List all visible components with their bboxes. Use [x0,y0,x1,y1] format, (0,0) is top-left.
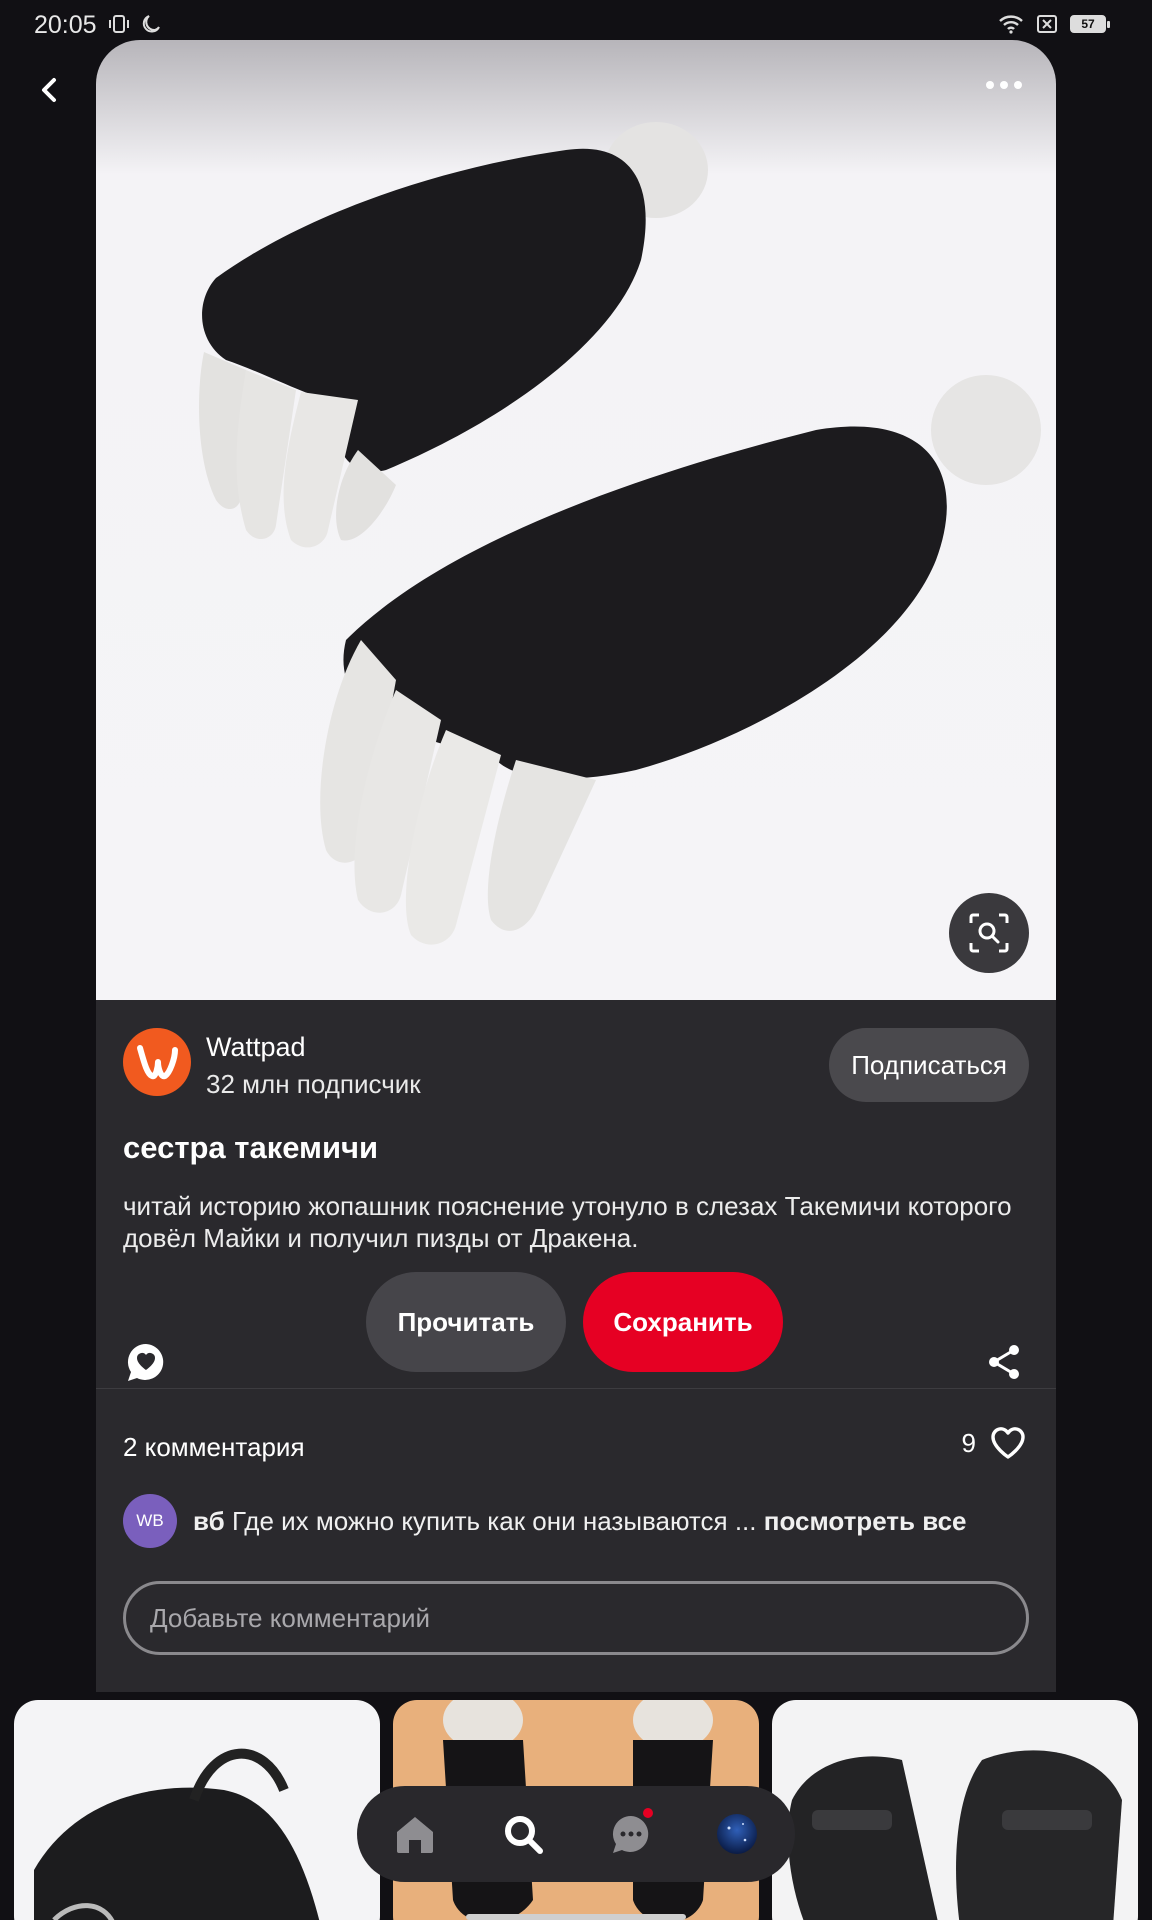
speech-heart-icon [127,1344,164,1381]
profile-avatar [717,1814,757,1854]
pin-description: читай историю жопашник пояснение утонуло… [123,1191,1012,1253]
author-row: Wattpad 32 млн подписчик Подписаться [123,1028,1029,1108]
battery-icon: 57 [1070,15,1110,33]
comment-body: Где их можно купить как они называются .… [231,1506,757,1536]
wattpad-logo-icon [137,1045,178,1080]
comment-text: вб Где их можно купить как они называютс… [193,1506,967,1537]
pin-title: сестра такемичи [123,1130,379,1165]
nav-search[interactable] [497,1808,549,1860]
back-button[interactable] [32,72,68,108]
save-button[interactable]: Сохранить [583,1272,783,1372]
sim-x-icon [1037,15,1057,33]
chevron-left-icon [42,78,56,102]
divider [96,1388,1056,1389]
visual-search-button[interactable] [949,893,1029,973]
commenter-avatar[interactable]: WB [123,1494,177,1548]
notification-dot [643,1808,653,1818]
bag-thumbnail [34,1748,320,1920]
comment-reaction-button[interactable] [124,1340,168,1384]
nav-messages[interactable] [605,1808,657,1860]
moon-icon [142,15,160,33]
home-indicator [466,1914,686,1920]
add-comment-input[interactable] [123,1581,1029,1655]
nav-profile[interactable] [711,1808,763,1860]
commenter-name[interactable]: вб [193,1506,225,1536]
comment-preview[interactable]: WB вб Где их можно купить как они называ… [123,1494,1033,1550]
tactical-gloves-thumbnail [788,1750,1122,1920]
author-avatar[interactable] [123,1028,191,1096]
messages-icon [612,1816,649,1853]
nav-home[interactable] [389,1808,441,1860]
search-icon [505,1816,543,1854]
heart-icon[interactable] [990,1426,1026,1460]
follow-button[interactable]: Подписаться [829,1028,1029,1102]
comments-count[interactable]: 2 комментария [123,1432,305,1463]
likes-count: 9 [961,1427,976,1458]
gloves-illustration [199,122,1041,945]
home-icon [397,1817,433,1853]
read-button[interactable]: Прочитать [366,1272,566,1372]
pin-image[interactable] [96,40,1056,1000]
more-options-button[interactable] [982,70,1026,100]
share-icon [989,1345,1019,1379]
likes: 9 [962,1426,1026,1460]
see-all-comments-link[interactable]: посмотреть все [764,1506,967,1536]
share-button[interactable] [984,1342,1024,1382]
author-followers: 32 млн подписчик [206,1069,421,1099]
bottom-navigation [357,1786,795,1882]
related-pin-tactical-gloves[interactable] [772,1700,1138,1920]
lens-search-icon [969,913,1009,953]
more-horizontal-icon [986,81,1022,89]
pin-detail-screen: 20:05 57 Wattpad 32 млн подписчик Подпис… [0,0,1152,1920]
vibrate-icon [109,15,129,33]
status-time: 20:05 [34,11,97,39]
wifi-icon [999,15,1023,34]
author-name[interactable]: Wattpad [206,1032,306,1063]
related-pin-bag[interactable] [14,1700,380,1920]
pin-card: Wattpad 32 млн подписчик Подписаться сес… [96,40,1056,1700]
